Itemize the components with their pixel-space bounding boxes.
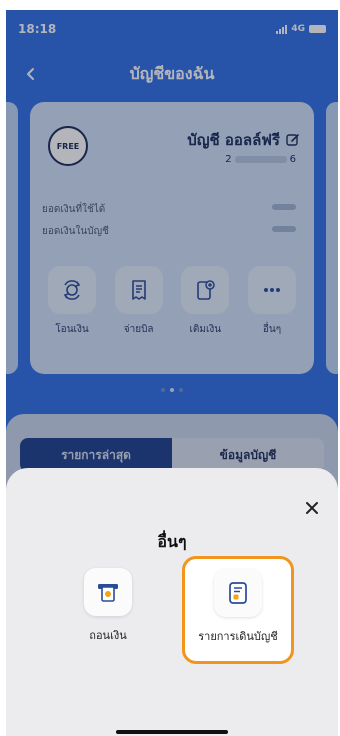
more-options-sheet: อื่นๆ ถอนเงิน รายการเดินบัญชี [6, 468, 338, 736]
sheet-title: อื่นๆ [157, 532, 187, 551]
app-screen: 18:18 4G บัญชีของฉัน FREE บัญชี ออลล์ฟรี… [6, 10, 338, 736]
option-label: ถอนเงิน [89, 629, 127, 642]
option-label: รายการเดินบัญชี [198, 630, 278, 643]
statement-icon [214, 569, 262, 617]
cash-withdraw-icon [84, 568, 132, 616]
home-indicator [116, 730, 228, 734]
close-button[interactable] [302, 498, 322, 518]
option-account-statement[interactable]: รายการเดินบัญชี [182, 556, 294, 664]
close-icon [306, 502, 318, 514]
option-withdraw[interactable]: ถอนเงิน [78, 568, 138, 644]
